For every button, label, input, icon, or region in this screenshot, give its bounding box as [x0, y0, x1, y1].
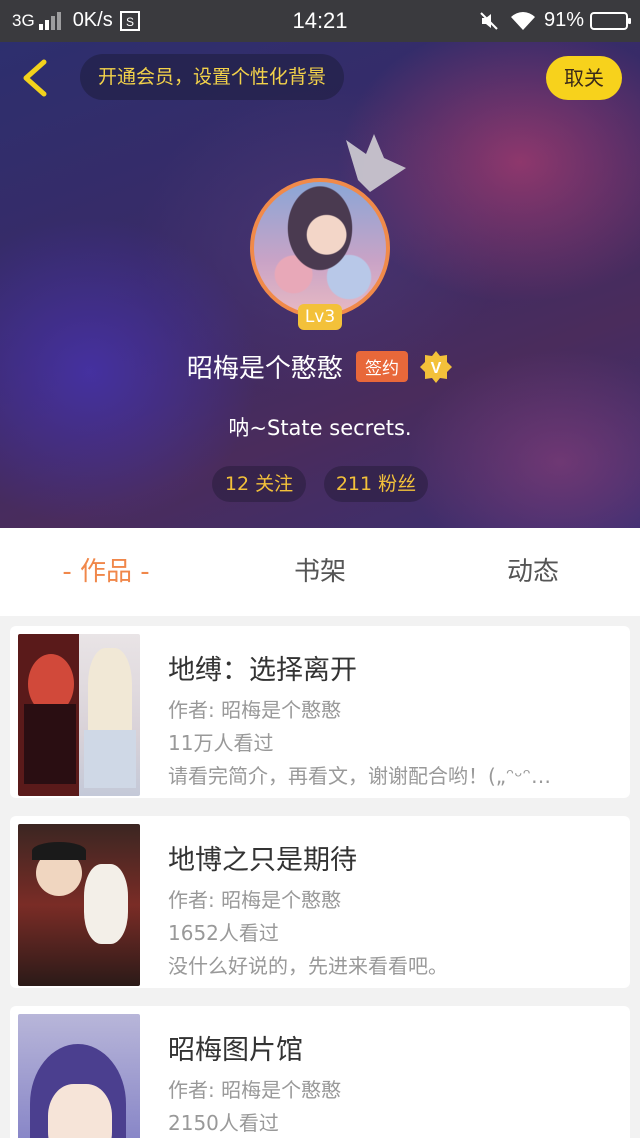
work-author: 作者: 昭梅是个憨憨: [168, 888, 342, 912]
verified-v-icon: V: [420, 350, 453, 383]
tab-activity[interactable]: 动态: [433, 528, 633, 616]
work-cover: [18, 824, 140, 986]
unfollow-button[interactable]: 取关: [546, 56, 622, 100]
work-card[interactable]: 地博之只是期待 作者: 昭梅是个憨憨 1652人看过 没什么好说的，先进来看看吧…: [10, 816, 630, 988]
battery-icon: [590, 11, 631, 30]
battery-percent: 91%: [543, 9, 584, 31]
tab-bookshelf[interactable]: 书架: [220, 528, 420, 616]
signed-badge: 签约: [356, 351, 408, 382]
work-title: 昭梅图片馆: [168, 1035, 303, 1066]
work-author: 作者: 昭梅是个憨憨: [168, 698, 342, 722]
work-cover: [18, 634, 140, 796]
username-row: 昭梅是个憨憨 签约 V: [0, 348, 640, 385]
work-author: 作者: 昭梅是个憨憨: [168, 1078, 342, 1102]
avatar[interactable]: [250, 178, 390, 318]
work-title: 地博之只是期待: [168, 845, 357, 876]
vip-background-banner[interactable]: 开通会员，设置个性化背景: [80, 54, 345, 100]
work-views: 11万人看过: [168, 731, 274, 755]
status-bar: 3G 0K/s S 14:21 91%: [0, 0, 640, 42]
mute-icon: [480, 11, 498, 30]
work-views: 2150人看过: [168, 1111, 279, 1135]
bio: 呐~State secrets.: [228, 416, 412, 440]
work-description: 没什么好说的，先进来看看吧。: [168, 954, 448, 978]
work-views: 1652人看过: [168, 921, 279, 945]
work-cover: [18, 1014, 140, 1138]
username: 昭梅是个憨憨: [186, 354, 343, 384]
work-card[interactable]: 地缚：选择离开 作者: 昭梅是个憨憨 11万人看过 请看完简介，再看文，谢谢配合…: [10, 626, 630, 798]
following-count[interactable]: 12 关注: [212, 466, 306, 502]
profile-tabs: - 作品 - 书架 动态: [0, 528, 640, 616]
back-arrow-icon[interactable]: [18, 58, 54, 98]
verified-v-letter: V: [431, 360, 442, 377]
profile-header: 开通会员，设置个性化背景 取关 Lv3 昭梅是个憨憨 签约 V 呐~State …: [0, 42, 640, 528]
work-description: 请看完简介，再看文，谢谢配合哟！(„ᵔᵕᵔ…: [168, 764, 551, 788]
tab-works[interactable]: - 作品 -: [6, 528, 206, 616]
level-badge: Lv3: [298, 304, 342, 330]
fans-count[interactable]: 211 粉丝: [324, 466, 428, 502]
work-card[interactable]: 昭梅图片馆 作者: 昭梅是个憨憨 2150人看过: [10, 1006, 630, 1138]
work-title: 地缚：选择离开: [168, 655, 357, 686]
status-right: 91%: [478, 9, 631, 32]
wifi-icon: [510, 11, 535, 30]
